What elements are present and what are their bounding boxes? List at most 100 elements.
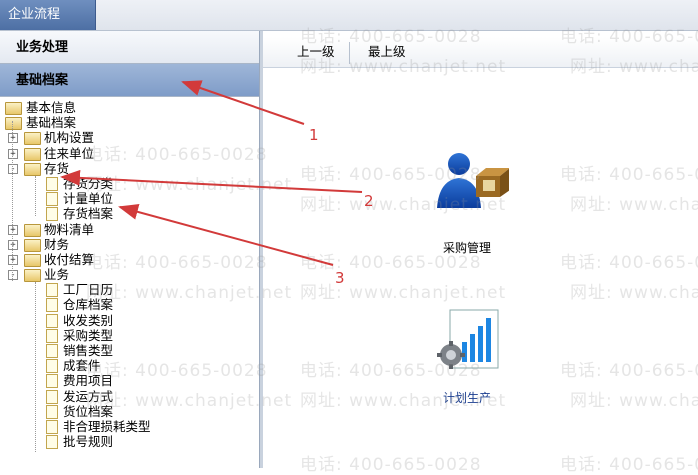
watermark-text: 网址: www.chanjet.net	[570, 283, 698, 303]
annotation-number-3: 3	[335, 269, 345, 287]
tree-connector	[12, 121, 13, 281]
tree-node-label: 物料清单	[44, 221, 95, 237]
tree-node[interactable]: 收发类别	[0, 313, 259, 328]
tree-node-label: 基础档案	[26, 115, 77, 131]
annotation-number-1: 1	[309, 126, 319, 144]
tree-node[interactable]: 工厂日历	[0, 282, 259, 298]
folder-icon	[24, 147, 41, 161]
tree-node[interactable]: 费用项目	[0, 373, 259, 389]
document-icon	[46, 419, 58, 434]
top-bar: 企业流程	[0, 0, 698, 31]
tree-node-label: 成套件	[63, 358, 101, 374]
tree-node-label: 计量单位	[63, 191, 114, 207]
watermark-text: 电话: 400-665-0028	[560, 165, 698, 185]
tree-node-label: 存货	[44, 160, 70, 176]
top-level-button[interactable]: 最上级	[368, 37, 406, 67]
tree-node-label: 业务	[44, 267, 70, 283]
tree-node[interactable]: + 财务	[0, 237, 259, 252]
tree-node-label: 采购类型	[63, 327, 114, 343]
tree-node-label: 货位档案	[63, 403, 114, 419]
watermark-text: 网址: www.chanjet.net	[300, 283, 507, 303]
tree-node[interactable]: 销售类型	[0, 343, 259, 358]
document-icon	[46, 192, 58, 207]
toolbar-divider	[349, 42, 350, 64]
folder-icon	[24, 269, 41, 283]
folder-icon	[24, 132, 41, 146]
app-production-planning[interactable]: 计划生产	[412, 308, 522, 406]
collapse-icon[interactable]: -	[8, 163, 18, 174]
tree-node[interactable]: - 存货	[0, 161, 259, 176]
folder-icon	[24, 238, 41, 252]
tree-node[interactable]: 批号规则	[0, 434, 259, 450]
expand-icon[interactable]: +	[8, 239, 18, 250]
document-icon	[46, 359, 58, 374]
tree-node[interactable]: 发运方式	[0, 389, 259, 404]
expand-icon[interactable]: +	[8, 254, 18, 265]
tree-node[interactable]: 成套件	[0, 358, 259, 374]
document-icon	[46, 404, 58, 419]
document-icon	[46, 207, 58, 222]
up-level-button[interactable]: 上一级	[297, 37, 335, 67]
tree-node-label: 机构设置	[44, 130, 95, 146]
tree-node[interactable]: 非合理损耗类型	[0, 419, 259, 434]
tree-node[interactable]: 基础档案	[0, 115, 259, 131]
tree-node-label: 存货分类	[63, 175, 114, 191]
tree-node-label: 费用项目	[63, 373, 114, 389]
tree-node[interactable]: + 机构设置	[0, 130, 259, 146]
annotation-number-2: 2	[364, 192, 374, 210]
tree-node[interactable]: 存货档案	[0, 206, 259, 222]
app-label-planning: 计划生产	[442, 391, 491, 405]
document-icon	[46, 389, 58, 404]
tree-node[interactable]: 采购类型	[0, 328, 259, 343]
tree-node-label: 仓库档案	[63, 297, 114, 313]
app-purchase-management[interactable]: 采购管理	[412, 150, 522, 256]
tree-node-label: 非合理损耗类型	[63, 418, 151, 434]
watermark-text: 电话: 400-665-0028	[560, 455, 698, 475]
panel-splitter[interactable]	[260, 31, 263, 468]
tree-node[interactable]: 计量单位	[0, 191, 259, 207]
archive-tree: 基本信息 基础档案 + 机构设置 + 往来单位 - 存货 存货分类 计量单位 存货档案 + 物料清单 + 财…	[0, 97, 259, 452]
tree-node[interactable]: 仓库档案	[0, 297, 259, 313]
expand-icon[interactable]: +	[8, 224, 18, 235]
tab-enterprise-flow[interactable]: 企业流程	[0, 0, 96, 30]
watermark-text: 电话: 400-665-0028	[300, 455, 482, 475]
watermark-text: 网址: www.chanjet.net	[570, 391, 698, 411]
watermark-text: 电话: 400-665-0028	[560, 361, 698, 381]
tree-node[interactable]: 货位档案	[0, 404, 259, 419]
folder-icon	[24, 162, 41, 176]
tree-node-label: 收发类别	[63, 312, 114, 328]
tree-connector	[35, 176, 36, 216]
folder-icon	[5, 102, 22, 115]
expand-icon[interactable]: +	[8, 148, 18, 159]
tree-node[interactable]: 基本信息	[0, 100, 259, 115]
purchase-manager-icon	[437, 153, 510, 208]
tree-node-label: 批号规则	[63, 434, 114, 450]
folder-icon	[24, 253, 41, 267]
tree-node[interactable]: - 业务	[0, 267, 259, 283]
section-basic-archive[interactable]: 基础档案	[0, 64, 259, 97]
section-business-processing[interactable]: 业务处理	[0, 31, 259, 64]
document-icon	[46, 435, 58, 450]
app-label-purchase: 采购管理	[442, 241, 491, 255]
tree-node-label: 财务	[44, 236, 70, 252]
document-icon	[46, 313, 58, 328]
tree-node-label: 基本信息	[26, 100, 77, 115]
tree-node-label: 收付结算	[44, 251, 95, 267]
folder-icon	[24, 223, 41, 237]
tree-node-label: 工厂日历	[63, 282, 114, 298]
document-icon	[46, 328, 58, 343]
production-plan-icon	[437, 309, 499, 369]
tree-node-label: 存货档案	[63, 206, 114, 222]
tree-node[interactable]: + 往来单位	[0, 146, 259, 161]
collapse-icon[interactable]: -	[8, 270, 18, 281]
expand-icon[interactable]: +	[8, 133, 18, 144]
tree-node-label: 发运方式	[63, 388, 114, 404]
tree-node[interactable]: 存货分类	[0, 176, 259, 191]
folder-icon	[5, 117, 22, 131]
tree-node[interactable]: + 物料清单	[0, 222, 259, 237]
document-icon	[46, 298, 58, 313]
tree-node[interactable]: + 收付结算	[0, 252, 259, 267]
watermark-text: 网址: www.chanjet.net	[570, 195, 698, 215]
tree-node-label: 往来单位	[44, 145, 95, 161]
document-icon	[46, 374, 58, 389]
